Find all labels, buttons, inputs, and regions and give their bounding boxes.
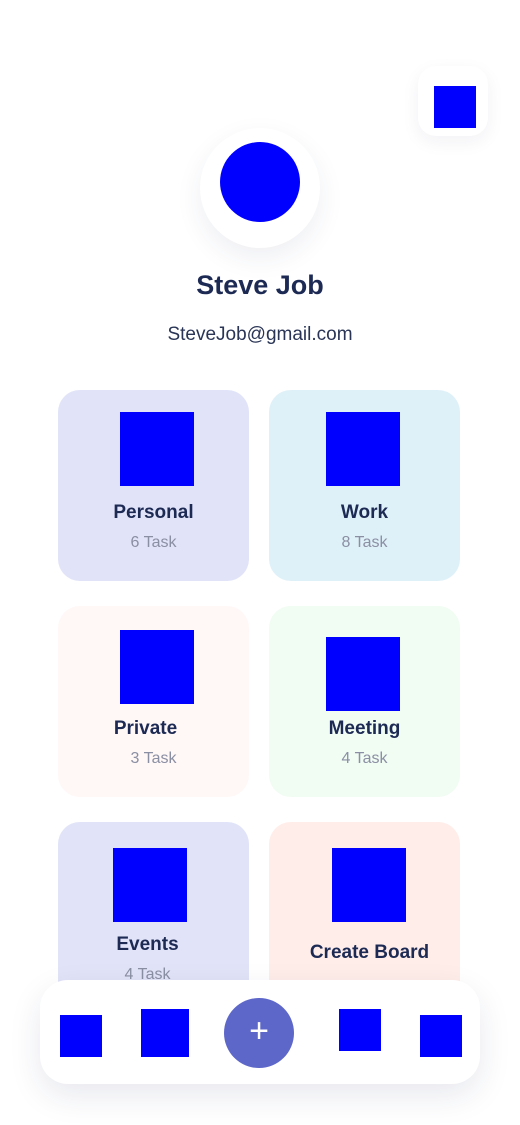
board-title: Meeting [328,718,401,739]
top-action-button[interactable] [418,66,488,136]
bottom-nav: + [40,980,480,1084]
board-task-count: 6 Task [130,534,177,551]
profile-icon[interactable] [420,1015,462,1057]
board-task-count: 8 Task [341,534,388,551]
board-task-count: 3 Task [130,750,177,767]
meeting-icon [326,637,400,711]
events-icon [113,848,187,922]
board-task-count: 4 Task [341,750,388,767]
private-icon [120,630,194,704]
profile-email: SteveJob@gmail.com [167,324,353,345]
board-card-private[interactable]: Private 3 Task [58,606,249,797]
board-card-work[interactable]: Work 8 Task [269,390,460,581]
work-icon [326,412,400,486]
board-title: Events [116,934,179,955]
board-title: Private [113,718,178,739]
personal-icon [120,412,194,486]
calendar-icon[interactable] [141,1009,189,1057]
profile-name: Steve Job [196,270,324,300]
create-board-label: Create Board [309,942,430,963]
settings-icon [434,86,476,128]
board-card-personal[interactable]: Personal 6 Task [58,390,249,581]
board-card-meeting[interactable]: Meeting 4 Task [269,606,460,797]
board-title: Personal [113,502,194,523]
folder-icon[interactable] [339,1009,381,1051]
avatar [220,142,300,222]
create-board-icon [332,848,406,922]
avatar-frame [200,128,320,248]
home-icon[interactable] [60,1015,102,1057]
board-title: Work [340,502,389,523]
add-button[interactable]: + [224,998,294,1068]
